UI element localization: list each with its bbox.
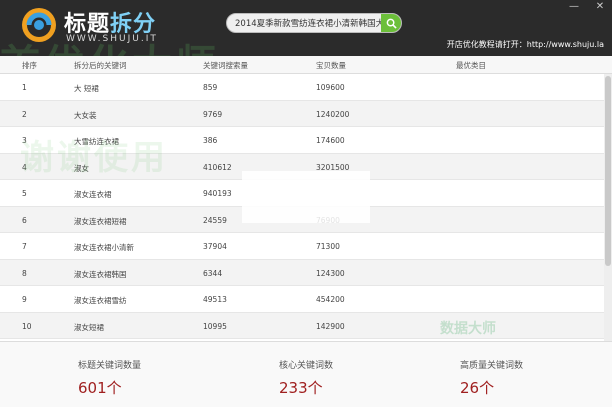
table-row[interactable]: 7 淑女连衣裙小清新 37904 71300 <box>0 233 612 260</box>
cell-item-count: 1240200 <box>316 109 350 119</box>
cell-item-count: 109600 <box>316 83 345 92</box>
stat-title-keywords: 标题关键词数量 601个 <box>78 358 141 398</box>
tutorial-label: 开店优化教程请打开： <box>446 40 527 49</box>
stat-value: 233个 <box>279 379 323 397</box>
cell-rank: 9 <box>22 295 27 304</box>
stat-value: 26个 <box>460 379 495 397</box>
cell-search-volume: 9769 <box>203 109 223 119</box>
cell-item-count: 174600 <box>316 136 345 145</box>
table-row[interactable]: 1 大 短裙 859 109600 <box>0 74 612 101</box>
cell-rank: 1 <box>22 83 27 92</box>
table-row[interactable]: 2 大女装 9769 1240200 <box>0 100 612 127</box>
close-icon[interactable]: ✕ <box>592 1 608 12</box>
cell-keyword: 淑女连衣裙小清新 <box>74 243 134 252</box>
column-header-keyword[interactable]: 拆分后的关键词 <box>74 60 127 71</box>
cell-rank: 2 <box>22 109 27 119</box>
search-icon <box>386 18 397 29</box>
table-row[interactable]: 9 淑女连衣裙雪纺 49513 454200 <box>0 286 612 313</box>
cell-search-volume: 6344 <box>203 268 223 278</box>
tutorial-text: 开店优化教程请打开：http://www.shuju.la <box>447 39 604 50</box>
cell-rank: 6 <box>22 215 27 225</box>
table-row[interactable]: 10 淑女短裙 10995 142900 <box>0 312 612 339</box>
cell-rank: 4 <box>22 162 27 172</box>
cell-keyword: 大雪纺连衣裙 <box>74 137 119 146</box>
table-row[interactable]: 8 淑女连衣裙韩国 6344 124300 <box>0 259 612 286</box>
cell-rank: 8 <box>22 268 27 278</box>
cell-keyword: 淑女连衣裙短裙 <box>74 216 127 226</box>
cell-search-volume: 49513 <box>203 295 227 304</box>
search-button[interactable] <box>381 14 401 32</box>
cell-keyword: 淑女短裙 <box>74 322 104 332</box>
cell-keyword: 淑女连衣裙雪纺 <box>74 296 127 305</box>
cell-keyword: 大女装 <box>74 110 97 120</box>
column-header-search-volume[interactable]: 关键词搜索量 <box>203 60 248 71</box>
cell-keyword: 淑女连衣裙 <box>74 190 112 199</box>
stat-label: 高质量关键词数 <box>460 361 524 371</box>
cell-keyword: 淑女 <box>74 163 89 173</box>
minimize-icon[interactable]: — <box>566 1 582 12</box>
stat-quality-keywords: 高质量关键词数 26个 <box>460 358 523 398</box>
cell-rank: 7 <box>22 242 27 251</box>
table-row[interactable]: 3 大雪纺连衣裙 386 174600 <box>0 127 612 154</box>
keyword-table: 排序 拆分后的关键词 关键词搜索量 宝贝数量 最优类目 1大 短裙 859 1096… <box>0 56 612 341</box>
cell-search-volume: 410612 <box>203 162 232 172</box>
stats-footer: 标题关键词数量 601个 核心关键词数 233个 高质量关键词数 26个 <box>0 341 612 407</box>
cell-search-volume: 24559 <box>203 215 227 225</box>
cell-search-volume: 940193 <box>203 189 232 198</box>
search-box <box>226 13 402 33</box>
column-header-item-count[interactable]: 宝贝数量 <box>316 60 346 71</box>
column-header-best-category[interactable]: 最优类目 <box>456 60 486 71</box>
stat-label: 核心关键词数 <box>279 361 334 371</box>
cell-keyword: 大 短裙 <box>74 84 99 93</box>
search-input[interactable] <box>227 14 383 32</box>
cell-search-volume: 37904 <box>203 242 227 251</box>
table-header: 排序 拆分后的关键词 关键词搜索量 宝贝数量 最优类目 <box>0 56 612 74</box>
cell-rank: 5 <box>22 189 27 198</box>
brand-site: WWW.SHUJU.IT <box>66 34 158 44</box>
logo-icon <box>22 8 56 42</box>
scrollbar-thumb[interactable] <box>605 76 611 266</box>
cell-rank: 3 <box>22 136 27 145</box>
cell-search-volume: 10995 <box>203 321 227 331</box>
cell-keyword: 淑女连衣裙韩国 <box>74 269 127 279</box>
cell-item-count: 142900 <box>316 321 345 331</box>
cell-item-count: 124300 <box>316 268 345 278</box>
stat-label: 标题关键词数量 <box>78 361 142 371</box>
stat-core-keywords: 核心关键词数 233个 <box>279 358 333 398</box>
tutorial-link[interactable]: http://www.shuju.la <box>527 40 604 49</box>
cell-item-count: 71300 <box>316 242 340 251</box>
app-header: 首优化大师 标题拆分 WWW.SHUJU.IT — ✕ 开店优化教程请打开：ht… <box>0 0 612 56</box>
corner-watermark: 数据大师 <box>440 321 496 337</box>
watermark-mask <box>242 171 370 223</box>
cell-search-volume: 386 <box>203 136 218 145</box>
cell-item-count: 454200 <box>316 295 345 304</box>
cell-rank: 10 <box>22 321 32 331</box>
stat-value: 601个 <box>78 379 122 397</box>
column-header-rank[interactable]: 排序 <box>22 60 37 71</box>
cell-search-volume: 859 <box>203 83 218 92</box>
